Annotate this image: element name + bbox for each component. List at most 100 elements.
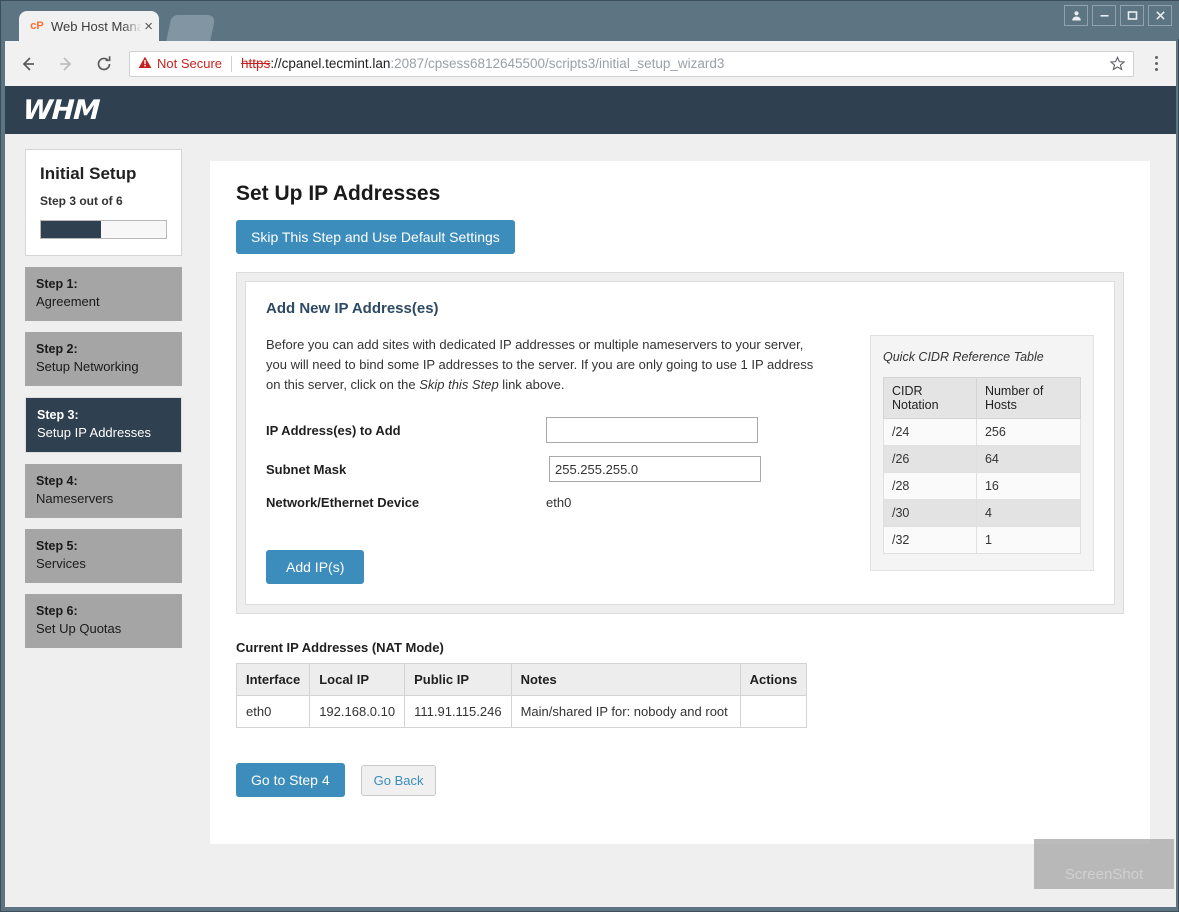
current-ips-column-header: Notes <box>511 664 740 696</box>
sidebar-step-number: Step 4: <box>36 472 171 490</box>
cidr-cell: /30 <box>884 500 977 527</box>
current-ips-cell <box>740 696 807 728</box>
go-back-button[interactable]: Go Back <box>361 765 437 796</box>
window-controls <box>1064 5 1172 26</box>
browser-toolbar: Not Secure https://cpanel.tecmint.lan:20… <box>5 41 1176 86</box>
profile-icon[interactable] <box>1064 5 1088 26</box>
current-ips-row: eth0192.168.0.10111.91.115.246Main/share… <box>237 696 807 728</box>
setup-step-counter: Step 3 out of 6 <box>40 194 167 208</box>
current-ips-title: Current IP Addresses (NAT Mode) <box>236 640 1124 655</box>
url-text: https://cpanel.tecmint.lan:2087/cpsess68… <box>241 56 724 71</box>
device-field-row: Network/Ethernet Device eth0 <box>266 495 850 510</box>
subnet-mask-label: Subnet Mask <box>266 462 546 477</box>
current-ips-cell: 111.91.115.246 <box>405 696 511 728</box>
current-ips-cell: Main/shared IP for: nobody and root <box>511 696 740 728</box>
current-ips-cell: 192.168.0.10 <box>310 696 405 728</box>
whm-header: WHM <box>5 86 1176 134</box>
close-icon[interactable] <box>1148 5 1172 26</box>
cidr-caption: Quick CIDR Reference Table <box>883 350 1081 364</box>
whm-logo[interactable]: WHM <box>22 95 100 126</box>
cidr-table-row: /304 <box>884 500 1081 527</box>
omnibox-divider <box>231 56 232 72</box>
address-bar[interactable]: Not Secure https://cpanel.tecmint.lan:20… <box>129 51 1134 77</box>
window-titlebar: cP Web Host Manager × <box>1 1 1179 39</box>
warning-triangle-icon <box>138 56 152 72</box>
cidr-cell: /28 <box>884 473 977 500</box>
sidebar-step-6[interactable]: Step 6:Set Up Quotas <box>25 594 182 648</box>
add-ip-button-wrap: Add IP(s) <box>266 550 850 584</box>
sidebar-step-label: Agreement <box>36 293 171 312</box>
network-device-label: Network/Ethernet Device <box>266 495 546 510</box>
intro-skip-link[interactable]: Skip this Step <box>419 377 499 392</box>
page-title: Set Up IP Addresses <box>236 182 1124 206</box>
current-ips-column-header: Interface <box>237 664 310 696</box>
current-ips-column-header: Public IP <box>405 664 511 696</box>
intro-paragraph: Before you can add sites with dedicated … <box>266 335 821 395</box>
add-ip-outer-box: Add New IP Address(es) Before you can ad… <box>236 272 1124 614</box>
sidebar-step-label: Set Up Quotas <box>36 620 171 639</box>
current-ips-column-header: Actions <box>740 664 807 696</box>
back-button-icon[interactable] <box>13 49 43 79</box>
add-ip-heading: Add New IP Address(es) <box>266 300 1094 317</box>
cidr-table-row: /24256 <box>884 419 1081 446</box>
kebab-menu-icon[interactable] <box>1142 50 1170 78</box>
setup-title: Initial Setup <box>40 164 167 184</box>
cidr-table-row: /2816 <box>884 473 1081 500</box>
sidebar-step-2[interactable]: Step 2:Setup Networking <box>25 332 182 386</box>
reload-button-icon[interactable] <box>89 49 119 79</box>
cidr-table: CIDR NotationNumber of Hosts /24256/2664… <box>883 377 1081 554</box>
cidr-cell: /24 <box>884 419 977 446</box>
cpanel-favicon-icon: cP <box>29 18 45 34</box>
sidebar-steps: Step 1:AgreementStep 2:Setup NetworkingS… <box>25 267 190 648</box>
ip-addresses-input[interactable] <box>546 417 758 443</box>
url-host: ://cpanel.tecmint.lan <box>270 56 390 71</box>
tab-close-icon[interactable]: × <box>144 19 153 34</box>
cidr-cell: 64 <box>976 446 1080 473</box>
minimize-icon[interactable] <box>1092 5 1116 26</box>
cidr-table-row: /2664 <box>884 446 1081 473</box>
go-to-step-4-button[interactable]: Go to Step 4 <box>236 763 345 797</box>
subnet-mask-input[interactable] <box>549 456 761 482</box>
progress-bar-fill <box>41 221 101 238</box>
cidr-cell: 16 <box>976 473 1080 500</box>
sidebar-step-number: Step 3: <box>37 406 170 424</box>
sidebar-step-number: Step 1: <box>36 275 171 293</box>
cidr-cell: 4 <box>976 500 1080 527</box>
add-ip-inner-box: Add New IP Address(es) Before you can ad… <box>245 281 1115 605</box>
sidebar-step-label: Setup IP Addresses <box>37 424 170 443</box>
progress-bar <box>40 220 167 239</box>
footer-buttons: Go to Step 4 Go Back <box>236 763 1124 797</box>
sidebar-step-4[interactable]: Step 4:Nameservers <box>25 464 182 518</box>
skip-step-button[interactable]: Skip This Step and Use Default Settings <box>236 220 515 254</box>
network-device-value: eth0 <box>546 495 571 510</box>
screenshot-watermark: ScreenShot <box>1034 839 1174 889</box>
sidebar-step-label: Services <box>36 555 171 574</box>
not-secure-label: Not Secure <box>157 56 222 71</box>
add-ip-columns: Before you can add sites with dedicated … <box>266 335 1094 584</box>
new-tab-button[interactable] <box>166 15 216 41</box>
current-ips-cell: eth0 <box>237 696 310 728</box>
sidebar: Initial Setup Step 3 out of 6 Step 1:Agr… <box>5 134 190 648</box>
app-root: cP Web Host Manager × <box>0 0 1179 912</box>
watermark-label: ScreenShot <box>1065 866 1143 883</box>
not-secure-indicator[interactable]: Not Secure <box>138 56 222 72</box>
star-icon[interactable] <box>1104 56 1125 71</box>
sidebar-step-3[interactable]: Step 3:Setup IP Addresses <box>25 397 182 453</box>
cidr-column-header: Number of Hosts <box>976 378 1080 419</box>
current-ips-column-header: Local IP <box>310 664 405 696</box>
forward-button-icon[interactable] <box>51 49 81 79</box>
cidr-cell: /32 <box>884 527 977 554</box>
maximize-icon[interactable] <box>1120 5 1144 26</box>
browser-tab[interactable]: cP Web Host Manager × <box>19 11 159 41</box>
sidebar-step-number: Step 6: <box>36 602 171 620</box>
current-ips-header-row: InterfaceLocal IPPublic IPNotesActions <box>237 664 807 696</box>
add-ip-button[interactable]: Add IP(s) <box>266 550 364 584</box>
cidr-table-header-row: CIDR NotationNumber of Hosts <box>884 378 1081 419</box>
sidebar-step-5[interactable]: Step 5:Services <box>25 529 182 583</box>
sidebar-step-label: Nameservers <box>36 490 171 509</box>
cidr-reference-panel: Quick CIDR Reference Table CIDR Notation… <box>870 335 1094 571</box>
sidebar-step-1[interactable]: Step 1:Agreement <box>25 267 182 321</box>
url-path: :2087/cpsess6812645500/scripts3/initial_… <box>390 56 724 71</box>
intro-text-2: link above. <box>499 377 565 392</box>
sidebar-step-label: Setup Networking <box>36 358 171 377</box>
